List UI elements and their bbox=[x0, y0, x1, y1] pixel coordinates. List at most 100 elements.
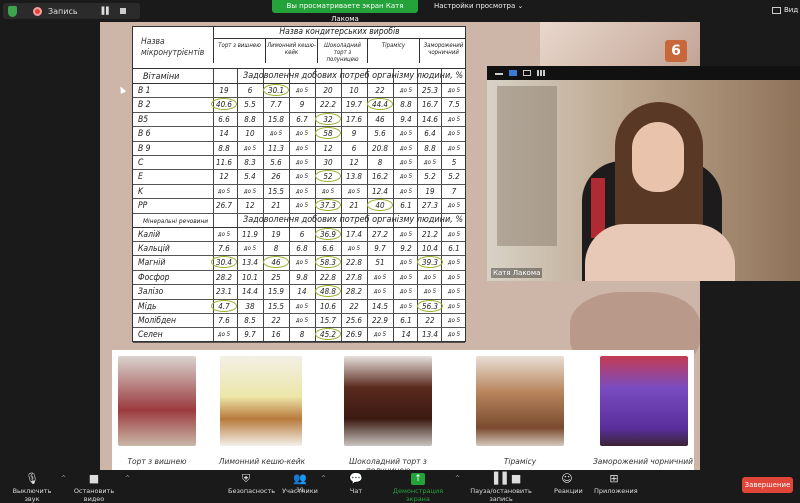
section-label: Мінеральні речовини bbox=[143, 216, 209, 225]
pause-recording-icon[interactable]: ▌▌ bbox=[102, 7, 112, 15]
table-cell: 51 bbox=[375, 258, 385, 268]
table-cell: 21 bbox=[349, 201, 359, 211]
table-cell: до 5 bbox=[399, 187, 413, 195]
table-cell: до 5 bbox=[295, 144, 309, 152]
table-cell: 26 bbox=[271, 172, 281, 182]
table-cell: 26.7 bbox=[215, 201, 233, 211]
apps-icon: ⊞ bbox=[609, 472, 619, 485]
table-row: Фосфор 28.2 10.1 25 9.8 22.8 27.8 до 5 до 5 до 5 д… bbox=[133, 271, 465, 286]
table-cell: до 5 bbox=[243, 144, 257, 152]
table-cell: 14 bbox=[297, 287, 307, 297]
shield-icon: ⛨ bbox=[241, 472, 251, 485]
table-cell: 8.8 bbox=[244, 114, 256, 124]
section-title: Задоволення добових потреб організму люд… bbox=[243, 71, 464, 81]
table-cell: 30.1 bbox=[263, 84, 289, 96]
record-label: Пауза/остановить запись bbox=[470, 487, 532, 503]
nutrient-name: Мідь bbox=[138, 301, 157, 312]
table-cell: 25 bbox=[271, 272, 281, 282]
table-cell: до 5 bbox=[447, 259, 461, 267]
table-cell: 58.3 bbox=[315, 256, 341, 269]
table-cell: 7.7 bbox=[270, 100, 282, 110]
table-cell: до 5 bbox=[447, 144, 461, 152]
table-row: Кальцій 7.6 до 5 8 6.8 6.6 до 5 9.7 9.2 10.4 6.1 bbox=[133, 242, 465, 257]
nutrient-name: B 2 bbox=[138, 100, 151, 111]
chevron-up-icon[interactable]: ^ bbox=[125, 475, 130, 482]
reactions-button[interactable]: ☺ Реакции bbox=[554, 472, 583, 496]
end-meeting-button[interactable]: Завершение bbox=[742, 477, 793, 493]
table-cell: 10 bbox=[349, 86, 359, 95]
table-cell: до 5 bbox=[399, 302, 413, 310]
table-cell: 9 bbox=[299, 100, 305, 110]
strip-view-icon[interactable] bbox=[523, 70, 531, 76]
table-cell: 25.6 bbox=[345, 316, 363, 325]
products-header: Назва кондитерських виробів bbox=[213, 27, 465, 39]
table-row: B 9 8.8 до 5 11.3 до 5 12 6 20.8 до 5 8.8 до 5 bbox=[133, 142, 465, 156]
table-cell: до 5 bbox=[217, 187, 231, 195]
table-cell: 8.3 bbox=[244, 158, 256, 167]
table-cell: 22 bbox=[375, 86, 385, 95]
table-row: Калій до 5 11.9 19 6 36.9 17.4 27.2 до 5 21.2 до 5 bbox=[133, 227, 465, 242]
share-screen-button[interactable]: ↑ Демонстрация экрана ^ bbox=[384, 473, 460, 503]
table-cell: 10 bbox=[245, 129, 255, 139]
caption-tiramisu: Тірамісу bbox=[503, 457, 537, 466]
table-cell: 6.1 bbox=[448, 244, 460, 253]
table-cell: до 5 bbox=[295, 87, 309, 94]
table-row: Kдо 5 до 5 15.5 до 5 до 5 до 5 12.4 до 5 19 7 bbox=[133, 185, 465, 200]
table-cell: 13.8 bbox=[345, 172, 363, 182]
table-cell: до 5 bbox=[447, 317, 461, 324]
table-cell: до 5 bbox=[399, 288, 413, 296]
stop-video-button[interactable]: ■ Остановить видео ^ bbox=[66, 473, 130, 503]
table-cell: 12 bbox=[219, 172, 229, 182]
mute-button[interactable]: 🎙 Выключить звук ^ bbox=[6, 473, 66, 503]
table-cell: до 5 bbox=[399, 87, 413, 94]
table-cell: 9.2 bbox=[400, 244, 412, 253]
apps-label: Приложения bbox=[594, 487, 638, 495]
table-cell: до 5 bbox=[447, 130, 461, 138]
nutrient-name: Залізо bbox=[138, 287, 164, 298]
photo-tiramisu bbox=[476, 356, 564, 446]
table-cell: до 5 bbox=[373, 288, 387, 296]
mute-label: Выключить звук bbox=[12, 487, 52, 503]
view-options-dropdown[interactable]: Настройки просмотра ⌄ bbox=[434, 2, 523, 10]
speaker-view-icon[interactable] bbox=[509, 70, 517, 76]
share-screen-label: Демонстрация экрана bbox=[392, 487, 444, 503]
table-cell: до 5 bbox=[399, 173, 413, 181]
record-button[interactable]: ▌▌■ Пауза/остановить запись bbox=[460, 473, 542, 503]
view-label: Вид bbox=[784, 6, 799, 14]
chevron-up-icon[interactable]: ^ bbox=[321, 475, 326, 482]
pause-stop-record-icon: ▌▌■ bbox=[494, 472, 522, 485]
table-cell: 6 bbox=[299, 229, 305, 239]
table-cell: 10.1 bbox=[241, 272, 259, 282]
participants-button[interactable]: 👥19 Участники ^ bbox=[282, 473, 326, 496]
table-cell: 40.6 bbox=[211, 98, 237, 111]
table-cell: до 5 bbox=[423, 288, 437, 296]
table-cell: 52 bbox=[315, 170, 341, 183]
table-cell: 22 bbox=[271, 316, 281, 325]
slide-page-number: 6 bbox=[665, 40, 687, 62]
micronutrient-header: Назва мікронутрієнтів bbox=[141, 37, 205, 58]
view-button[interactable]: Вид bbox=[772, 6, 798, 14]
table-row: Магній 30.4 13.4 46 до 5 58.3 22.8 51 до 5 39.3 до… bbox=[133, 256, 465, 271]
minimize-icon[interactable] bbox=[495, 70, 503, 75]
table-cell: 11.9 bbox=[241, 229, 259, 239]
table-cell: 27.2 bbox=[371, 229, 389, 239]
smiley-icon: ☺ bbox=[561, 472, 573, 485]
gallery-view-icon[interactable] bbox=[537, 70, 545, 76]
table-cell: 14.6 bbox=[421, 114, 439, 124]
table-cell: 12.4 bbox=[371, 186, 389, 196]
security-button[interactable]: ⛨ Безопасность bbox=[228, 472, 275, 496]
table-cell: 11.6 bbox=[215, 158, 233, 167]
table-cell: 6.1 bbox=[400, 201, 412, 211]
table-cell: 22 bbox=[349, 301, 359, 311]
table-cell: до 5 bbox=[295, 317, 309, 324]
stop-recording-icon[interactable] bbox=[120, 8, 127, 14]
apps-button[interactable]: ⊞ Приложения bbox=[594, 472, 638, 496]
chat-button[interactable]: 💬 Чат bbox=[346, 473, 366, 496]
caption-frozen-blueberry: Заморожений чорничний bbox=[592, 457, 694, 466]
participant-video[interactable]: Катя Лакома bbox=[487, 66, 800, 281]
table-cell: 19.7 bbox=[345, 100, 363, 110]
table-cell: 45.2 bbox=[315, 328, 341, 341]
table-row: B 2 40.6 5.5 7.7 9 22.2 19.7 44.4 8.8 16.7 7.5 bbox=[133, 98, 465, 113]
share-banner: Вы просматриваете экран Катя Лакома bbox=[272, 0, 418, 23]
table-cell: до 5 bbox=[447, 230, 461, 238]
